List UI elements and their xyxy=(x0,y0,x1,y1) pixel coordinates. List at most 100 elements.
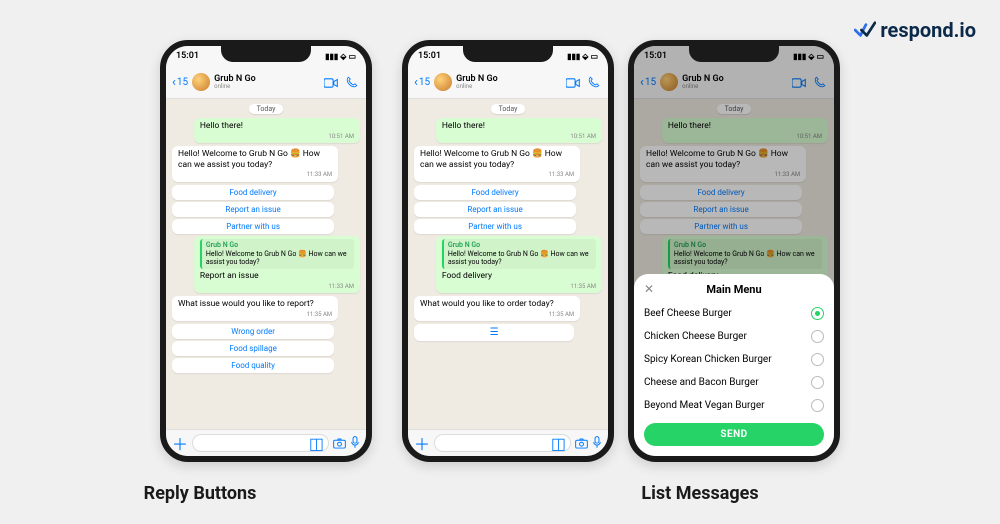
reply-button-food-spillage[interactable]: Food spillage xyxy=(172,341,334,356)
chevron-left-icon: ‹ xyxy=(172,75,176,90)
list-icon: ☰ xyxy=(490,327,499,338)
reply-button-food-quality[interactable]: Food quality xyxy=(172,358,334,373)
wifi-icon: ⬙ xyxy=(582,52,588,61)
plus-icon[interactable]: ＋ xyxy=(414,431,430,455)
message-time: 11:35 AM xyxy=(442,283,596,291)
captions: Reply Buttons List Messages xyxy=(0,483,1000,504)
phone-list-sheet: 15:01 ▮▮▮ ⬙ ▭ ‹ 15 Grub N Go online xyxy=(628,40,840,462)
message-time: 10:51 AM xyxy=(200,133,354,141)
message-outgoing[interactable]: Hello there! 10:51 AM xyxy=(436,118,602,143)
sticker-icon[interactable]: ◫ xyxy=(309,434,324,453)
reply-button-partner[interactable]: Partner with us xyxy=(172,219,334,234)
message-outgoing-quoted[interactable]: Grub N Go Hello! Welcome to Grub N Go 🍔 … xyxy=(436,236,602,293)
phone-list-messages: 15:01 ▮▮▮ ⬙ ▭ ‹ 15 Grub N Go online xyxy=(402,40,614,462)
message-incoming[interactable]: What issue would you like to report? 11:… xyxy=(172,296,338,321)
input-bar: ＋ ◫ xyxy=(408,429,608,456)
contact-info[interactable]: Grub N Go online xyxy=(456,75,560,90)
reply-button-partner[interactable]: Partner with us xyxy=(414,219,576,234)
list-option[interactable]: Chicken Cheese Burger xyxy=(644,325,824,348)
radio-icon[interactable] xyxy=(811,353,824,366)
radio-icon[interactable] xyxy=(811,330,824,343)
list-option-label: Chicken Cheese Burger xyxy=(644,331,747,342)
message-incoming[interactable]: Hello! Welcome to Grub N Go 🍔 How can we… xyxy=(414,146,580,182)
chat-header: ‹ 15 Grub N Go online xyxy=(408,66,608,99)
wifi-icon: ⬙ xyxy=(340,52,346,61)
brand-logo: respond.io xyxy=(854,18,976,42)
radio-icon[interactable] xyxy=(811,307,824,320)
radio-icon[interactable] xyxy=(811,399,824,412)
list-option[interactable]: Spicy Korean Chicken Burger xyxy=(644,348,824,371)
battery-icon: ▭ xyxy=(590,52,598,61)
brand-check-icon xyxy=(854,21,876,39)
reply-button-food-delivery[interactable]: Food delivery xyxy=(414,185,576,200)
contact-info[interactable]: Grub N Go online xyxy=(214,75,318,90)
avatar[interactable] xyxy=(434,73,452,91)
list-option-label: Spicy Korean Chicken Burger xyxy=(644,354,772,365)
video-call-icon[interactable] xyxy=(322,73,340,92)
video-call-icon[interactable] xyxy=(564,73,582,92)
message-time: 11:33 AM xyxy=(178,171,332,179)
reply-button-wrong-order[interactable]: Wrong order xyxy=(172,324,334,339)
quote-text: Hello! Welcome to Grub N Go 🍔 How can we… xyxy=(448,250,592,268)
message-input[interactable]: ◫ xyxy=(434,434,571,452)
quote-text: Hello! Welcome to Grub N Go 🍔 How can we… xyxy=(206,250,350,268)
message-text: Hello! Welcome to Grub N Go 🍔 How can we… xyxy=(420,149,562,170)
date-chip: Today xyxy=(249,104,284,114)
message-incoming[interactable]: Hello! Welcome to Grub N Go 🍔 How can we… xyxy=(172,146,338,182)
message-outgoing-quoted[interactable]: Grub N Go Hello! Welcome to Grub N Go 🍔 … xyxy=(194,236,360,293)
message-text: Hello there! xyxy=(200,121,243,131)
message-text: Report an issue xyxy=(200,271,259,281)
battery-icon: ▭ xyxy=(348,52,356,61)
send-button[interactable]: SEND xyxy=(644,423,824,446)
contact-status: online xyxy=(456,84,560,90)
phone-notch xyxy=(221,46,311,62)
chat-body: Today Hello there! 10:51 AM Hello! Welco… xyxy=(166,98,366,430)
list-option-label: Beef Cheese Burger xyxy=(644,308,732,319)
message-time: 10:51 AM xyxy=(442,133,596,141)
message-text: Food delivery xyxy=(442,271,492,281)
unread-count: 15 xyxy=(177,77,188,88)
reply-button-report-issue[interactable]: Report an issue xyxy=(414,202,576,217)
reply-button-report-issue[interactable]: Report an issue xyxy=(172,202,334,217)
status-icons: ▮▮▮ ⬙ ▭ xyxy=(567,52,598,61)
message-text: What would you like to order today? xyxy=(420,299,554,309)
phone-notch xyxy=(689,46,779,62)
message-input[interactable]: ◫ xyxy=(192,434,329,452)
sheet-title: Main Menu xyxy=(644,283,824,296)
avatar[interactable] xyxy=(192,73,210,91)
reply-button-food-delivery[interactable]: Food delivery xyxy=(172,185,334,200)
quoted-message: Grub N Go Hello! Welcome to Grub N Go 🍔 … xyxy=(442,239,596,269)
camera-icon[interactable] xyxy=(575,434,588,453)
caption-reply-buttons: Reply Buttons xyxy=(0,483,400,504)
list-option-label: Beyond Meat Vegan Burger xyxy=(644,400,765,411)
input-bar: ＋ ◫ xyxy=(166,429,366,456)
voice-call-icon[interactable] xyxy=(344,73,360,92)
message-time: 11:35 AM xyxy=(420,311,574,319)
voice-call-icon[interactable] xyxy=(586,73,602,92)
quote-sender: Grub N Go xyxy=(448,241,592,250)
list-option[interactable]: Beef Cheese Burger xyxy=(644,302,824,325)
message-incoming[interactable]: What would you like to order today? 11:3… xyxy=(414,296,580,321)
message-outgoing[interactable]: Hello there! 10:51 AM xyxy=(194,118,360,143)
back-button[interactable]: ‹ 15 xyxy=(414,75,430,90)
plus-icon[interactable]: ＋ xyxy=(172,431,188,455)
sticker-icon[interactable]: ◫ xyxy=(551,434,566,453)
radio-icon[interactable] xyxy=(811,376,824,389)
mic-icon[interactable] xyxy=(350,434,360,453)
list-option[interactable]: Beyond Meat Vegan Burger xyxy=(644,394,824,417)
message-text: What issue would you like to report? xyxy=(178,299,314,309)
message-time: 11:33 AM xyxy=(420,171,574,179)
camera-icon[interactable] xyxy=(333,434,346,453)
open-list-button[interactable]: ☰ xyxy=(414,324,574,341)
list-option[interactable]: Cheese and Bacon Burger xyxy=(644,371,824,394)
mic-icon[interactable] xyxy=(592,434,602,453)
chevron-left-icon: ‹ xyxy=(414,75,418,90)
signal-icon: ▮▮▮ xyxy=(325,52,338,61)
message-text: Hello! Welcome to Grub N Go 🍔 How can we… xyxy=(178,149,320,170)
date-chip: Today xyxy=(491,104,526,114)
status-time: 15:01 xyxy=(418,51,441,61)
back-button[interactable]: ‹ 15 xyxy=(172,75,188,90)
phone-notch xyxy=(463,46,553,62)
chat-body: Today Hello there! 10:51 AM Hello! Welco… xyxy=(408,98,608,430)
unread-count: 15 xyxy=(419,77,430,88)
